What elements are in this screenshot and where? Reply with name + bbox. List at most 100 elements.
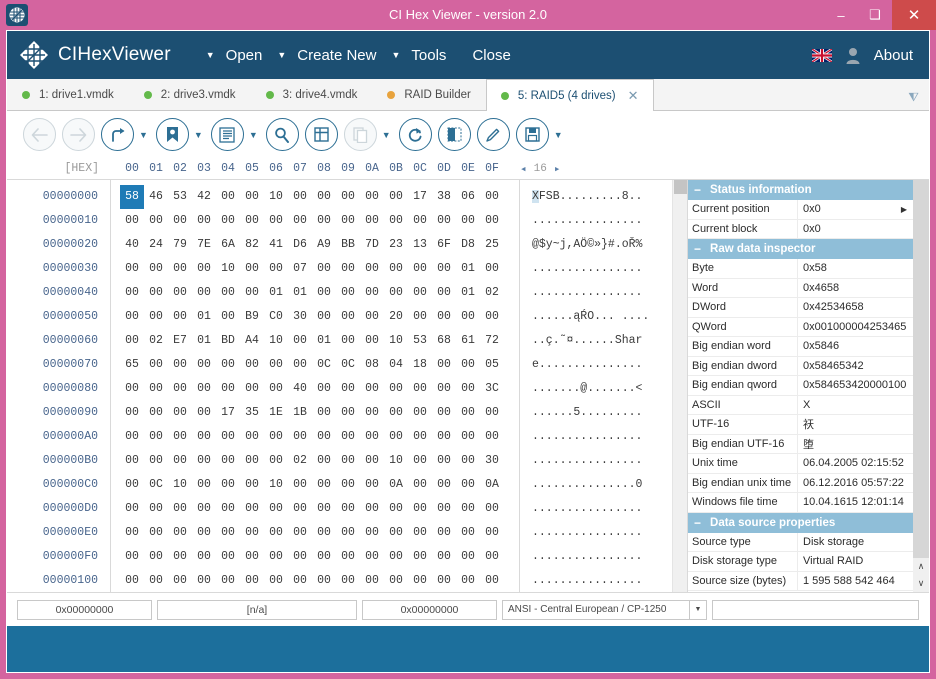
hex-byte-cell[interactable]: 00 xyxy=(408,377,432,401)
hex-byte-cell[interactable]: 07 xyxy=(288,257,312,281)
hex-byte-cell[interactable]: 01 xyxy=(192,305,216,329)
hex-byte-cell[interactable]: 00 xyxy=(192,377,216,401)
hex-byte-cell[interactable]: 00 xyxy=(360,185,384,209)
hex-byte-cell[interactable]: 00 xyxy=(336,377,360,401)
hex-byte-cell[interactable]: 00 xyxy=(360,329,384,353)
refresh-button[interactable] xyxy=(398,118,432,151)
scroll-up-icon[interactable]: ∧ xyxy=(913,558,929,575)
save-split-caret-icon[interactable]: ▼ xyxy=(554,130,563,140)
hex-byte-cell[interactable]: 1E xyxy=(264,401,288,425)
hex-byte-cell[interactable]: 00 xyxy=(264,545,288,569)
hex-byte-cell[interactable]: 00 xyxy=(480,257,504,281)
hex-byte-cell[interactable]: 00 xyxy=(216,377,240,401)
hex-byte-cell[interactable]: 00 xyxy=(360,449,384,473)
ascii-row[interactable]: ................ xyxy=(532,569,672,592)
collapse-icon[interactable]: − xyxy=(694,242,701,256)
hex-byte-cell[interactable]: 00 xyxy=(336,497,360,521)
hex-byte-cell[interactable]: 00 xyxy=(480,569,504,592)
ascii-row[interactable]: ...............0 xyxy=(532,473,672,497)
hex-byte-cell[interactable]: 00 xyxy=(192,281,216,305)
hex-row[interactable]: 00 00 00 00 10 00 00 07 00 00 00 00 00 00 01 00 xyxy=(120,257,511,281)
hex-row[interactable]: 65 00 00 00 00 00 00 00 0C 0C 08 04 18 00 00 05 xyxy=(120,353,511,377)
block-field[interactable]: [n/a] xyxy=(157,599,357,620)
hex-byte-cell[interactable]: 00 xyxy=(144,425,168,449)
hex-byte-cell[interactable]: 00 xyxy=(456,497,480,521)
ascii-row[interactable]: ................ xyxy=(532,521,672,545)
tab-overflow-icon[interactable]: ⧨ xyxy=(908,91,919,103)
property-row[interactable]: Word 0x4658 xyxy=(688,278,913,298)
property-row[interactable]: Big endian qword 0x584653420000100 xyxy=(688,376,913,396)
hex-byte-cell[interactable]: 00 xyxy=(144,209,168,233)
bookmark-button[interactable] xyxy=(155,118,189,151)
hex-row[interactable]: 00 00 00 01 00 B9 C0 30 00 00 00 20 00 00 00 00 xyxy=(120,305,511,329)
menu-item-open[interactable]: Open xyxy=(220,43,269,68)
hex-byte-cell[interactable]: 00 xyxy=(384,401,408,425)
hex-byte-cell[interactable]: 0C xyxy=(336,353,360,377)
hex-byte-cell[interactable]: 82 xyxy=(240,233,264,257)
hex-byte-cell[interactable]: 00 xyxy=(456,209,480,233)
hex-byte-cell[interactable]: BB xyxy=(336,233,360,257)
hex-byte-cell[interactable]: 00 xyxy=(264,209,288,233)
hex-byte-cell[interactable]: 00 xyxy=(360,377,384,401)
hex-byte-cell[interactable]: 00 xyxy=(216,473,240,497)
hex-byte-cell[interactable]: 10 xyxy=(168,473,192,497)
property-row[interactable]: Big endian word 0x5846 xyxy=(688,337,913,357)
property-row[interactable]: Source size (bytes) 1 595 588 542 464 xyxy=(688,571,913,591)
hex-byte-cell[interactable]: 00 xyxy=(480,425,504,449)
hex-byte-cell[interactable]: 00 xyxy=(120,281,144,305)
hex-byte-cell[interactable]: 00 xyxy=(288,497,312,521)
hex-byte-cell[interactable]: 00 xyxy=(264,353,288,377)
hex-byte-cell[interactable]: 00 xyxy=(216,281,240,305)
expand-arrow-icon[interactable]: ▶ xyxy=(901,205,907,214)
hex-byte-cell[interactable]: 00 xyxy=(336,257,360,281)
hex-byte-cell[interactable]: 00 xyxy=(216,425,240,449)
maximize-button[interactable]: ❑ xyxy=(858,0,892,30)
goto-split-caret-icon[interactable]: ▼ xyxy=(139,130,148,140)
hex-byte-cell[interactable]: 00 xyxy=(192,209,216,233)
hex-byte-cell[interactable]: 40 xyxy=(288,377,312,401)
hex-byte-cell[interactable]: BD xyxy=(216,329,240,353)
hex-byte-cell[interactable]: 00 xyxy=(408,209,432,233)
hex-byte-cell[interactable]: 00 xyxy=(432,353,456,377)
hex-byte-cell[interactable]: 00 xyxy=(336,401,360,425)
hex-byte-cell[interactable]: 02 xyxy=(288,449,312,473)
hex-row[interactable]: 40 24 79 7E 6A 82 41 D6 A9 BB 7D 23 13 6F D8 25 xyxy=(120,233,511,257)
property-row[interactable]: UTF-16 祆 xyxy=(688,415,913,435)
save-button[interactable] xyxy=(515,118,549,151)
hex-byte-cell[interactable]: 00 xyxy=(456,425,480,449)
hex-byte-cell[interactable]: 00 xyxy=(360,425,384,449)
hex-byte-cell[interactable]: 00 xyxy=(192,569,216,592)
hex-byte-cell[interactable]: 13 xyxy=(408,233,432,257)
hex-byte-cell[interactable]: 04 xyxy=(384,353,408,377)
hex-byte-cell[interactable]: 00 xyxy=(168,209,192,233)
hex-row[interactable]: 00 00 00 00 00 00 00 40 00 00 00 00 00 00 00 3C xyxy=(120,377,511,401)
ascii-column[interactable]: XFSB.........8.................. @$y~j,AÖ… xyxy=(519,180,672,592)
hex-byte-cell[interactable]: 00 xyxy=(408,569,432,592)
hex-byte-cell[interactable]: 00 xyxy=(312,545,336,569)
hex-byte-cell[interactable]: 00 xyxy=(360,545,384,569)
hex-byte-cell[interactable]: 00 xyxy=(120,401,144,425)
edit-button[interactable] xyxy=(476,118,510,151)
hex-byte-cell[interactable]: 00 xyxy=(384,545,408,569)
hex-byte-cell[interactable]: 00 xyxy=(384,209,408,233)
hex-byte-cell[interactable]: 17 xyxy=(216,401,240,425)
hex-byte-cell[interactable]: 00 xyxy=(312,281,336,305)
hex-byte-cell[interactable]: 00 xyxy=(408,401,432,425)
ascii-row[interactable]: .......@.......< xyxy=(532,377,672,401)
ascii-row[interactable]: ................ xyxy=(532,281,672,305)
uk-flag-icon[interactable] xyxy=(811,47,833,63)
hex-byte-cell[interactable]: 23 xyxy=(384,233,408,257)
hex-byte-cell[interactable]: 00 xyxy=(144,569,168,592)
hex-byte-cell[interactable]: 00 xyxy=(384,425,408,449)
hex-byte-cell[interactable]: 00 xyxy=(432,569,456,592)
hex-byte-cell[interactable]: 00 xyxy=(264,425,288,449)
hex-byte-cell[interactable]: 00 xyxy=(360,569,384,592)
hex-byte-cell[interactable]: 00 xyxy=(432,209,456,233)
ascii-row[interactable]: ................ xyxy=(532,497,672,521)
hex-byte-cell[interactable]: 00 xyxy=(384,497,408,521)
list-button[interactable] xyxy=(210,118,244,151)
hex-byte-cell[interactable]: 00 xyxy=(144,377,168,401)
hex-byte-cell[interactable]: 00 xyxy=(432,281,456,305)
hex-byte-cell[interactable]: 00 xyxy=(168,569,192,592)
bookmark-split-caret-icon[interactable]: ▼ xyxy=(194,130,203,140)
